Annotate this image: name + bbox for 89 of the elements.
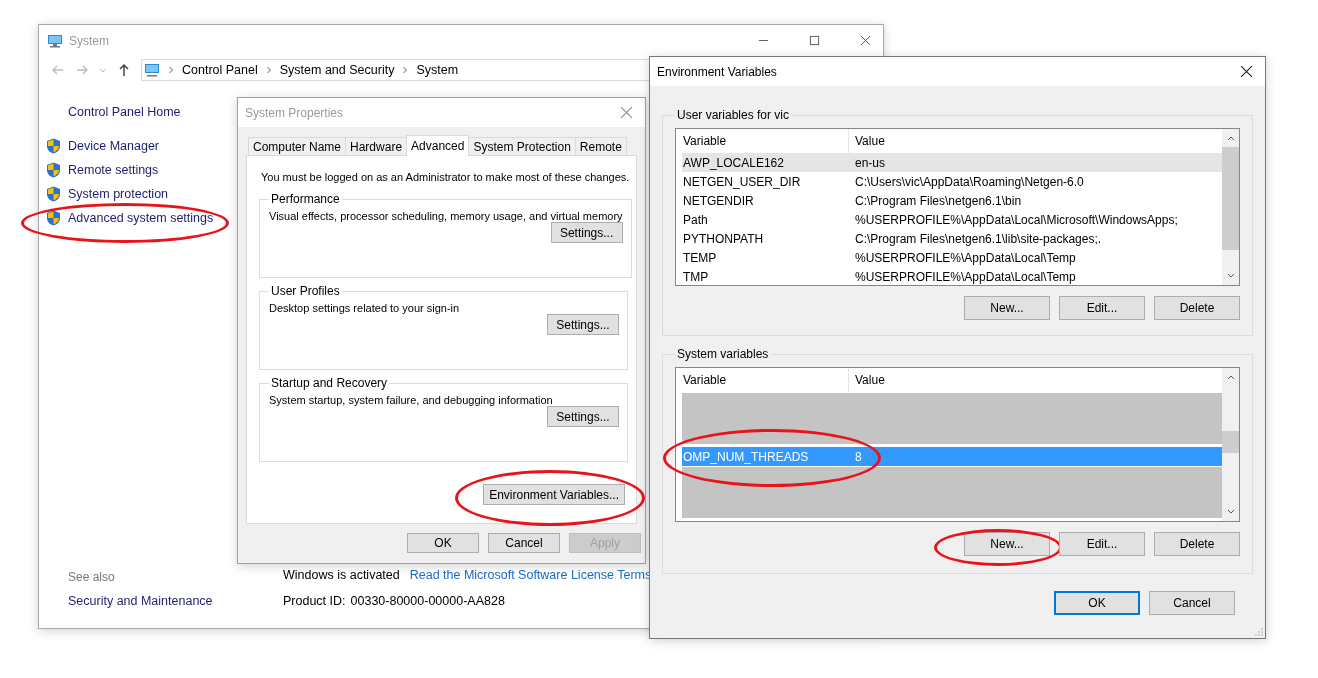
variable-value: %USERPROFILE%\AppData\Local\Temp	[854, 250, 1076, 265]
variable-row[interactable]: NETGEN_USER_DIR C:\Users\vic\AppData\Roaming\Netgen-6.0	[682, 172, 1222, 191]
sidebar-link[interactable]: System protection	[68, 187, 169, 201]
tab[interactable]: Advanced	[406, 135, 470, 156]
sidebar-link[interactable]: Device Manager	[68, 139, 159, 153]
variable-row[interactable]: TEMP %USERPROFILE%\AppData\Local\Temp	[682, 248, 1222, 267]
variable-row[interactable]: TMP %USERPROFILE%\AppData\Local\Temp	[682, 267, 1222, 286]
scroll-down-icon[interactable]	[1225, 272, 1236, 280]
up-arrow-icon[interactable]	[117, 63, 131, 77]
breadcrumb-item[interactable]: System	[416, 63, 459, 77]
variable-value: en-us	[854, 155, 886, 170]
dialog-title: System Properties	[245, 105, 344, 120]
breadcrumb-item[interactable]: Control Panel	[182, 63, 258, 77]
group-description: Desktop settings related to your sign-in	[269, 302, 461, 314]
group-title: System variables	[676, 347, 770, 361]
variable-name: NETGENDIR	[682, 193, 755, 208]
variable-row[interactable]: NETGENDIR C:\Program Files\netgen6.1\bin	[682, 191, 1222, 210]
admin-notice: You must be logged on as an Administrator to make most of these changes.	[261, 170, 628, 184]
breadcrumb-item[interactable]: System and Security	[279, 63, 395, 77]
scroll-down-icon[interactable]	[1225, 508, 1236, 516]
variable-value: C:\Users\vic\AppData\Roaming\Netgen-6.0	[854, 174, 1084, 189]
group-title: User Profiles	[270, 284, 341, 298]
maximize-icon[interactable]	[809, 35, 820, 46]
variable-row[interactable]: AWP_LOCALE162 en-us	[682, 153, 1222, 172]
scroll-thumb[interactable]	[1222, 431, 1239, 453]
environment-variables-button[interactable]: Environment Variables...	[483, 484, 625, 505]
variable-name: OMP_NUM_THREADS	[682, 449, 810, 464]
dialog-button[interactable]: Edit...	[1059, 296, 1145, 320]
variable-value: %USERPROFILE%\AppData\Local\Temp	[854, 269, 1076, 284]
scroll-up-icon[interactable]	[1225, 373, 1236, 381]
dialog-button[interactable]: New...	[964, 532, 1050, 556]
dialog-button[interactable]: Delete	[1154, 532, 1240, 556]
dialog-button[interactable]: OK	[1054, 591, 1140, 615]
chevron-right-icon	[265, 66, 272, 74]
monitor-icon	[47, 32, 63, 49]
dialog-button[interactable]: Delete	[1154, 296, 1240, 320]
variable-name: NETGEN_USER_DIR	[682, 174, 802, 189]
tab[interactable]: Computer Name	[248, 137, 347, 155]
product-id-value: 00330-80000-00000-AA828	[350, 594, 505, 608]
variable-value: C:\Program Files\netgen6.1\bin	[854, 193, 1022, 208]
sidebar-link[interactable]: Remote settings	[68, 163, 159, 177]
scroll-thumb[interactable]	[1222, 147, 1239, 250]
settings-button[interactable]: Settings...	[547, 406, 619, 427]
dialog-button[interactable]: Cancel	[1149, 591, 1235, 615]
dialog-button[interactable]: New...	[964, 296, 1050, 320]
group-title: Startup and Recovery	[270, 376, 389, 390]
dialog-button[interactable]: OK	[407, 533, 479, 553]
variable-value: 8	[854, 449, 862, 464]
scrollbar[interactable]	[1222, 129, 1239, 285]
see-also-heading: See also	[68, 570, 116, 584]
scroll-up-icon[interactable]	[1225, 134, 1236, 142]
dialog-button[interactable]: Cancel	[488, 533, 560, 553]
group-description: System startup, system failure, and debugging information	[269, 394, 554, 406]
variable-name: PYTHONPATH	[682, 231, 765, 246]
variable-name: TEMP	[682, 250, 718, 265]
dialog-button[interactable]: Edit...	[1059, 532, 1145, 556]
group-description: Visual effects, processor scheduling, memory usage, and virtual memory	[269, 210, 623, 222]
column-header[interactable]: Value	[849, 129, 885, 153]
chevron-right-icon	[168, 66, 174, 74]
shield-icon	[46, 210, 61, 226]
group-title: Performance	[270, 192, 341, 206]
activation-status: Windows is activated	[283, 568, 400, 582]
product-id-label: Product ID:	[283, 594, 346, 608]
variable-name: TMP	[682, 269, 710, 284]
variable-value: C:\Program Files\netgen6.1\lib\site-packages;.	[854, 231, 1102, 246]
group-title: User variables for vic	[676, 108, 791, 122]
column-header[interactable]: Variable	[682, 368, 849, 392]
variable-row[interactable]: Path %USERPROFILE%\AppData\Local\Microsoft\WindowsApps;	[682, 210, 1222, 229]
dialog-title: Environment Variables	[657, 64, 777, 79]
resize-grip-icon[interactable]	[1255, 628, 1263, 636]
scrollbar[interactable]	[1222, 368, 1239, 521]
sidebar-link[interactable]: Advanced system settings	[68, 211, 214, 225]
close-icon[interactable]	[1240, 65, 1253, 78]
chevron-right-icon	[402, 66, 409, 74]
variable-value: %USERPROFILE%\AppData\Local\Microsoft\WindowsApps;	[854, 212, 1178, 227]
shield-icon	[46, 186, 61, 202]
window-title: System	[69, 33, 109, 48]
see-also-link[interactable]: Security and Maintenance	[68, 594, 283, 608]
settings-button[interactable]: Settings...	[547, 314, 619, 335]
variable-name: Path	[682, 212, 709, 227]
variable-name: AWP_LOCALE162	[682, 155, 785, 170]
variable-row[interactable]: PYTHONPATH C:\Program Files\netgen6.1\lib\site-packages;.	[682, 229, 1222, 248]
tab[interactable]: System Protection	[468, 137, 576, 155]
tab[interactable]: Remote	[574, 137, 627, 155]
shield-icon	[46, 138, 61, 154]
monitor-icon	[144, 62, 160, 78]
column-header[interactable]: Value	[849, 368, 885, 392]
shield-icon	[46, 162, 61, 178]
settings-button[interactable]: Settings...	[550, 222, 623, 243]
